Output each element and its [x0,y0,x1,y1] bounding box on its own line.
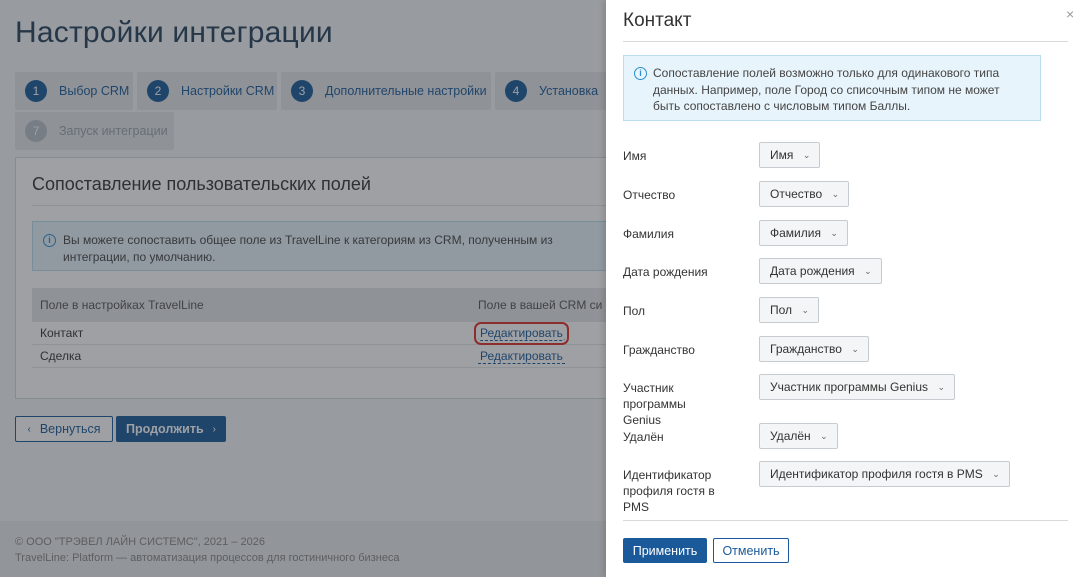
chevron-down-icon: ⌄ [851,344,859,354]
info-alert: i Сопоставление полей возможно только дл… [623,55,1041,121]
field-label: Дата рождения [623,265,708,279]
select-value: Отчество [770,187,823,201]
select-value: Идентификатор профиля гостя в PMS [770,467,983,481]
chevron-down-icon: ⌄ [801,305,810,315]
modal-backdrop[interactable] [0,0,606,577]
field-select-first-name[interactable]: Имя ⌄ [759,142,821,168]
field-label: Гражданство [623,343,695,357]
select-value: Пол [770,303,793,317]
field-select-deleted[interactable]: Удалён ⌄ [759,423,838,449]
field-label: Имя [623,149,647,163]
field-label: Пол [623,304,646,318]
field-label: Удалён [623,430,664,444]
apply-button[interactable]: Применить [623,538,707,563]
field-select-gender[interactable]: Пол ⌄ [759,297,820,323]
field-label: Участник программы Genius [623,381,686,427]
cancel-button[interactable]: Отменить [713,538,789,563]
field-label: Фамилия [623,227,674,241]
field-select-pms-guest-id[interactable]: Идентификатор профиля гостя в PMS ⌄ [759,461,1010,487]
select-value: Участник программы Genius [770,380,929,394]
chevron-down-icon: ⌄ [820,431,828,441]
drawer-title: Контакт [623,10,692,31]
field-select-genius-member[interactable]: Участник программы Genius ⌄ [759,374,956,400]
field-select-last-name[interactable]: Фамилия ⌄ [759,220,848,246]
vertical-scrollbar[interactable]: ▲ ▼ [1067,42,1068,520]
chevron-down-icon: ⌄ [992,469,1000,479]
select-value: Имя [770,148,794,162]
chevron-down-icon: ⌄ [937,382,946,392]
info-text: Сопоставление полей возможно только для … [653,66,1000,113]
select-value: Дата рождения [770,264,855,278]
field-select-birth-date[interactable]: Дата рождения ⌄ [759,258,882,284]
chevron-down-icon: ⌄ [830,228,838,238]
field-label: Отчество [623,188,676,202]
field-select-patronymic[interactable]: Отчество ⌄ [759,181,850,207]
contact-mapping-drawer: Контакт × i Сопоставление полей возможно… [606,0,1084,577]
field-select-citizenship[interactable]: Гражданство ⌄ [759,336,869,362]
info-icon: i [634,67,647,80]
field-label: Идентификатор профиля гостя в PMS [623,468,715,514]
chevron-down-icon: ⌄ [864,266,872,276]
drawer-body: i Сопоставление полей возможно только дл… [623,42,1068,520]
close-icon[interactable]: × [1066,6,1074,22]
select-value: Фамилия [770,226,821,240]
chevron-down-icon: ⌄ [802,150,811,160]
select-value: Гражданство [770,342,842,356]
divider [623,520,1068,521]
chevron-down-icon: ⌄ [831,189,840,199]
select-value: Удалён [770,429,811,443]
